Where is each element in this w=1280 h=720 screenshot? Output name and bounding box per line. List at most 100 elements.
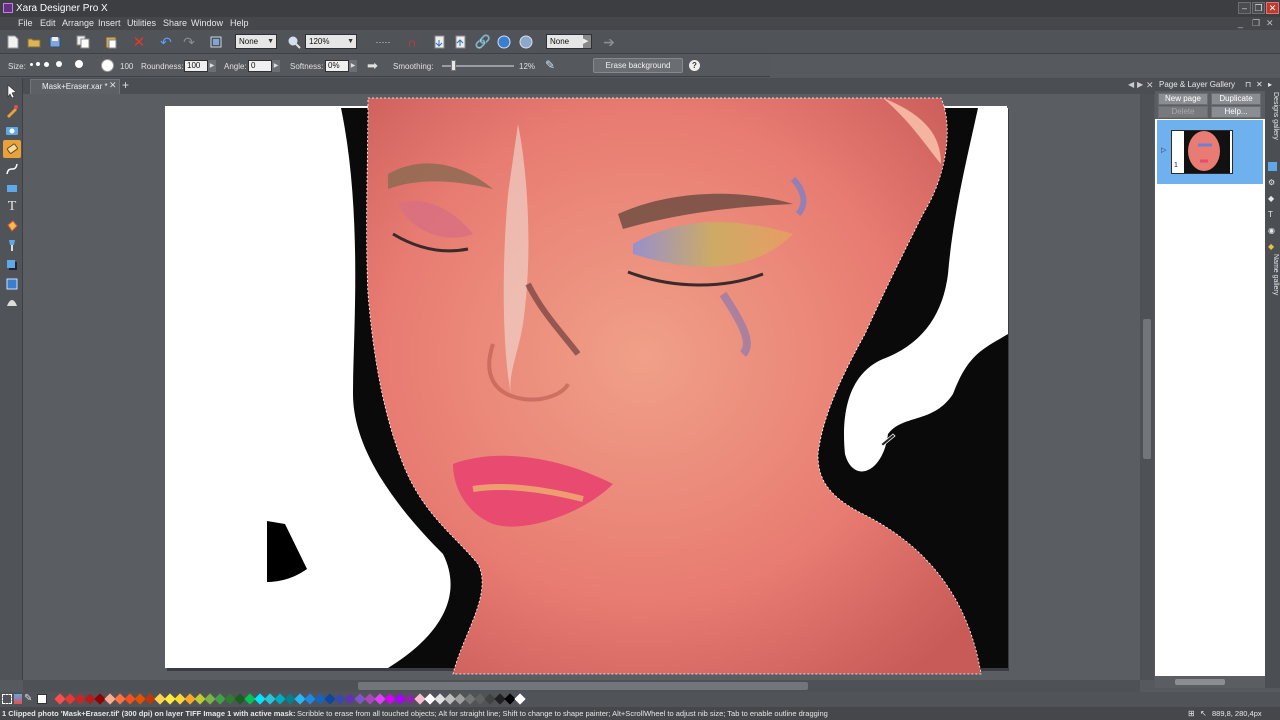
restore-button[interactable]: ❐	[1252, 2, 1265, 14]
transparency-tool-icon[interactable]	[3, 236, 21, 254]
nib-small-icon[interactable]	[36, 62, 40, 66]
paste-icon[interactable]	[102, 33, 120, 51]
new-page-button[interactable]: New page	[1158, 93, 1208, 105]
artwork[interactable]	[23, 94, 1145, 680]
angle-spin-button[interactable]: ▶	[272, 60, 280, 72]
transform-icon[interactable]	[207, 33, 225, 51]
eraser-tool-icon[interactable]	[3, 140, 21, 158]
smoothing-slider-thumb[interactable]	[450, 60, 456, 71]
doc-minimize-button[interactable]: _	[1238, 18, 1243, 28]
shape-editor-tool-icon[interactable]	[3, 160, 21, 178]
page-entry-selected[interactable]: ▷ 1	[1157, 120, 1263, 184]
close-document-icon[interactable]: ✕	[1146, 80, 1154, 91]
quality-select[interactable]: None ▼	[235, 34, 277, 49]
text-tool-icon[interactable]: T	[3, 198, 21, 216]
color-editor-icon[interactable]	[14, 694, 22, 704]
shadow-tool-icon[interactable]	[3, 256, 21, 274]
tab-scroll-left-icon[interactable]: ◀	[1128, 80, 1134, 89]
doc-restore-button[interactable]: ❐	[1252, 18, 1260, 29]
tag-icon[interactable]: ◆	[1268, 242, 1274, 251]
magnet-snap-icon[interactable]: ∩	[403, 33, 421, 51]
menu-arrange[interactable]: Arrange	[62, 18, 94, 28]
angle-input[interactable]: 0	[248, 60, 272, 72]
name-gallery-tab[interactable]: Name gallery	[1266, 254, 1279, 299]
page-thumbnail[interactable]	[1171, 130, 1233, 174]
bevel-tool-icon[interactable]	[3, 275, 21, 293]
document-tab[interactable]: Mask+Eraser.xar *	[30, 79, 120, 94]
photo-tool-icon[interactable]	[3, 102, 21, 120]
delete-icon[interactable]: ✕	[130, 33, 148, 51]
undo-icon[interactable]: ↶	[157, 33, 175, 51]
nib-tiny-icon[interactable]	[30, 63, 33, 66]
export-icon[interactable]	[452, 33, 470, 51]
eyedropper-icon[interactable]: ✎	[24, 693, 32, 704]
zoom-select[interactable]: 120% ▼	[305, 34, 357, 49]
effects-gallery-icon[interactable]: ◉	[1268, 226, 1275, 235]
save-icon[interactable]	[46, 33, 64, 51]
erase-background-button[interactable]: Erase background	[593, 58, 683, 73]
smoothing-slider-track[interactable]	[442, 60, 514, 71]
color-swatch[interactable]	[514, 693, 526, 705]
help-icon[interactable]: ?	[689, 60, 700, 71]
nib-xlarge-icon[interactable]	[75, 60, 83, 68]
horizontal-scroll-thumb[interactable]	[358, 682, 808, 690]
menu-file[interactable]: File	[18, 18, 33, 28]
expand-icon[interactable]: ▷	[1161, 146, 1166, 154]
add-tab-icon[interactable]: +	[122, 78, 129, 92]
nib-large-icon[interactable]	[56, 61, 62, 67]
zoom-icon[interactable]	[285, 33, 303, 51]
nib-size-slider-handle[interactable]	[101, 59, 114, 72]
close-tab-icon[interactable]: ✕	[109, 80, 117, 91]
gallery-hscroll[interactable]	[1155, 676, 1265, 688]
duplicate-button[interactable]: Duplicate	[1211, 93, 1261, 105]
fill-tool-icon[interactable]	[3, 217, 21, 235]
fonts-gallery-icon[interactable]: T	[1268, 210, 1273, 219]
nib-medium-icon[interactable]	[44, 62, 49, 67]
import-icon[interactable]	[431, 33, 449, 51]
delete-button[interactable]: Delete	[1158, 106, 1208, 118]
no-color-icon[interactable]	[2, 694, 12, 704]
camera-tool-icon[interactable]	[3, 121, 21, 139]
snap-dots-icon[interactable]: ·····	[370, 33, 396, 51]
close-window-button[interactable]: ✕	[1266, 2, 1279, 14]
designs-gallery-tab[interactable]: Designs gallery	[1266, 92, 1279, 147]
menu-share[interactable]: Share	[163, 18, 187, 28]
horizontal-scrollbar[interactable]	[23, 680, 1140, 692]
browser-preview-icon[interactable]	[517, 33, 535, 51]
menu-window[interactable]: Window	[191, 18, 223, 28]
web-preview-icon[interactable]	[495, 33, 513, 51]
menu-edit[interactable]: Edit	[40, 18, 56, 28]
rectangle-tool-icon[interactable]	[3, 179, 21, 197]
new-document-icon[interactable]	[4, 33, 22, 51]
open-folder-icon[interactable]	[25, 33, 43, 51]
arrow-right-icon[interactable]: ➔	[600, 33, 618, 51]
vertical-scroll-thumb[interactable]	[1143, 319, 1151, 459]
smoothing-preset-icon[interactable]: ✎	[545, 58, 555, 72]
line-gallery-icon[interactable]: ⚙	[1268, 178, 1275, 187]
gallery-help-button[interactable]: Help...	[1211, 106, 1261, 118]
softness-input[interactable]: 0%	[325, 60, 349, 72]
roundness-input[interactable]: 100	[184, 60, 208, 72]
link-icon[interactable]: 🔗	[474, 33, 492, 51]
menu-utilities[interactable]: Utilities	[127, 18, 156, 28]
menu-help[interactable]: Help	[230, 18, 249, 28]
fill-gallery-icon[interactable]: ◆	[1268, 194, 1274, 203]
gallery-menu-icon[interactable]: ▸	[1268, 80, 1272, 89]
white-swatch-icon[interactable]	[37, 694, 47, 704]
selector-tool-icon[interactable]	[3, 82, 21, 100]
gallery-hscroll-thumb[interactable]	[1175, 679, 1225, 685]
feather-select[interactable]: None ▶	[546, 34, 592, 49]
vertical-scrollbar[interactable]	[1140, 94, 1154, 680]
liveeffects-tool-icon[interactable]	[3, 294, 21, 312]
doc-close-button[interactable]: ✕	[1266, 18, 1274, 29]
pin-icon[interactable]: ⊓	[1245, 78, 1251, 91]
copy-icon[interactable]	[74, 33, 92, 51]
softness-spin-button[interactable]: ▶	[349, 60, 357, 72]
menu-insert[interactable]: Insert	[98, 18, 121, 28]
layers-gallery-icon[interactable]	[1268, 162, 1277, 171]
tab-scroll-right-icon[interactable]: ▶	[1137, 80, 1143, 89]
redo-icon[interactable]: ↷	[180, 33, 198, 51]
gallery-close-icon[interactable]: ✕	[1256, 78, 1263, 91]
roundness-spin-button[interactable]: ▶	[208, 60, 216, 72]
minimize-button[interactable]: –	[1238, 2, 1251, 14]
